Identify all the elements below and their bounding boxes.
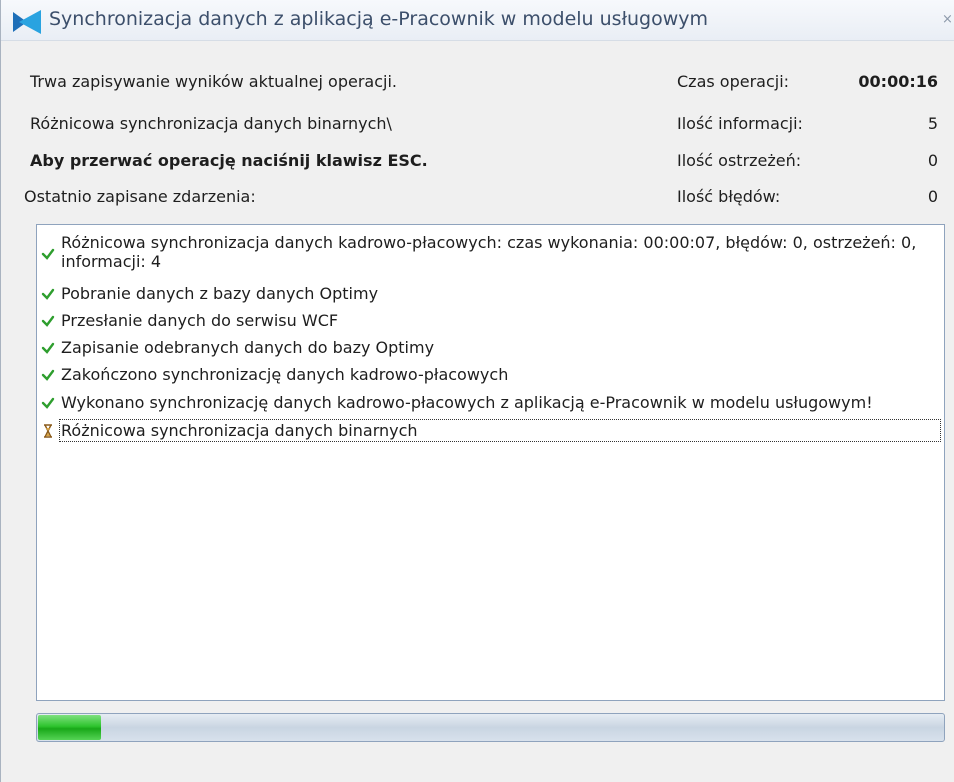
check-icon xyxy=(41,248,55,260)
check-icon xyxy=(41,315,55,327)
error-count-value: 0 xyxy=(927,187,938,206)
log-item[interactable]: Wykonano synchronizację danych kadrowo-p… xyxy=(37,393,942,413)
time-value: 00:00:16 xyxy=(858,72,938,91)
status-current-operation: Trwa zapisywanie wyników aktualnej opera… xyxy=(30,72,397,91)
error-count-label: Ilość błędów: xyxy=(677,187,781,206)
info-count-value: 5 xyxy=(927,114,938,133)
app-logo-icon xyxy=(13,10,41,34)
log-item[interactable]: Zakończono synchronizację danych kadrowo… xyxy=(37,365,942,385)
check-icon xyxy=(41,342,55,354)
warning-count-label: Ilość ostrzeżeń: xyxy=(677,151,802,170)
log-item-selected[interactable]: Różnicowa synchronizacja danych binarnyc… xyxy=(37,419,942,442)
status-esc-hint: Aby przerwać operację naciśnij klawisz E… xyxy=(30,151,428,170)
sync-dialog: Synchronizacja danych z aplikacją e-Prac… xyxy=(0,0,954,782)
check-icon xyxy=(41,288,55,300)
status-last-events-label: Ostatnio zapisane zdarzenia: xyxy=(24,187,256,206)
event-log-list[interactable]: Różnicowa synchronizacja danych kadrowo-… xyxy=(36,224,945,701)
time-label: Czas operacji: xyxy=(677,72,790,91)
close-icon[interactable]: × xyxy=(942,12,953,27)
hourglass-icon xyxy=(44,424,52,438)
log-item-text: Przesłanie danych do serwisu WCF xyxy=(61,311,339,330)
info-count-label: Ilość informacji: xyxy=(677,114,803,133)
progress-bar-fill xyxy=(38,715,101,740)
log-item-text: Różnicowa synchronizacja danych kadrowo-… xyxy=(61,233,917,271)
window-title: Synchronizacja danych z aplikacją e-Prac… xyxy=(49,8,708,30)
status-current-step: Różnicowa synchronizacja danych binarnyc… xyxy=(30,114,392,133)
log-item[interactable]: Różnicowa synchronizacja danych kadrowo-… xyxy=(37,233,942,273)
warning-count-value: 0 xyxy=(927,151,938,170)
title-bar[interactable]: Synchronizacja danych z aplikacją e-Prac… xyxy=(1,0,954,41)
log-item-text: Różnicowa synchronizacja danych binarnyc… xyxy=(59,419,941,442)
log-item[interactable]: Zapisanie odebranych danych do bazy Opti… xyxy=(37,338,942,358)
progress-bar xyxy=(36,713,945,742)
log-item-text: Zakończono synchronizację danych kadrowo… xyxy=(61,365,509,384)
log-item[interactable]: Pobranie danych z bazy danych Optimy xyxy=(37,284,942,304)
check-icon xyxy=(41,397,55,409)
log-item-text: Wykonano synchronizację danych kadrowo-p… xyxy=(61,393,873,412)
log-item-text: Pobranie danych z bazy danych Optimy xyxy=(61,284,379,303)
log-item-text: Zapisanie odebranych danych do bazy Opti… xyxy=(61,338,435,357)
check-icon xyxy=(41,369,55,381)
log-item[interactable]: Przesłanie danych do serwisu WCF xyxy=(37,311,942,331)
